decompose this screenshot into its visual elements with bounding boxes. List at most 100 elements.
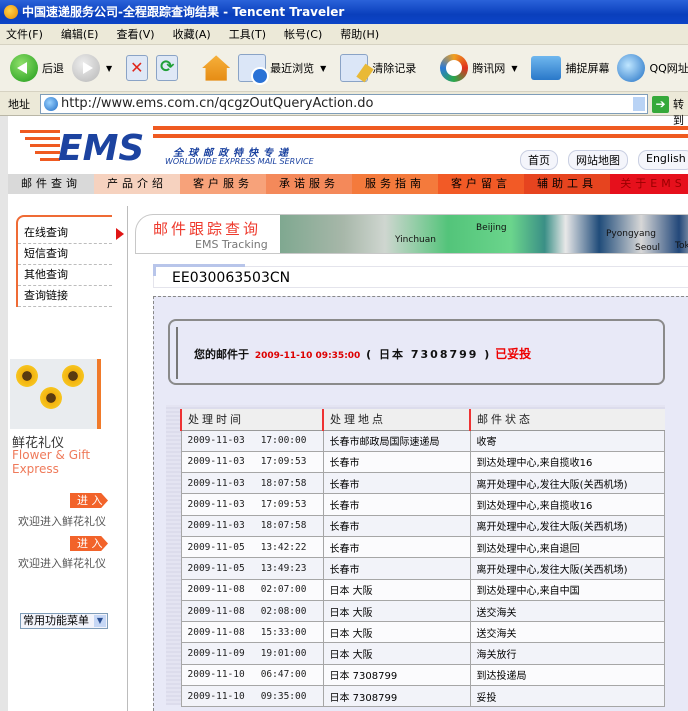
menu-view[interactable]: 查看(V) — [116, 26, 154, 42]
back-button[interactable]: 后退 — [10, 54, 64, 82]
chevron-down-icon[interactable]: ▼ — [320, 64, 326, 73]
home-link[interactable]: 首页 — [520, 150, 558, 170]
app-icon — [4, 5, 18, 19]
address-bar: 地址 http://www.ems.com.cn/qcgzOutQueryAct… — [0, 92, 688, 127]
cell-time-value: 02:08:00 — [260, 605, 307, 617]
cell-place: 长春市 — [322, 536, 471, 559]
enter-button[interactable]: 进 入 — [70, 493, 108, 508]
leftnav-sms-query[interactable]: 短信查询 — [18, 244, 112, 265]
nav-message[interactable]: 客户留言 — [438, 174, 524, 194]
cell-place: 长春市 — [322, 472, 471, 495]
menu-edit[interactable]: 编辑(E) — [61, 26, 99, 42]
go-arrow-icon[interactable]: ➔ — [652, 96, 669, 113]
cell-time: 2009-11-03 17:00:00 — [180, 430, 324, 452]
summary-location: ( 日本 7308799 ) — [366, 348, 492, 361]
chevron-down-icon[interactable]: ▼ — [94, 615, 106, 627]
clear-history-button[interactable]: 清除记录 — [340, 54, 416, 82]
cell-time: 2009-11-08 15:33:00 — [180, 621, 324, 644]
cell-place: 日本 7308799 — [322, 685, 471, 708]
capture-label: 捕捉屏幕 — [565, 62, 610, 75]
promo-welcome-text[interactable]: 欢迎进入鲜花礼仪 — [18, 513, 106, 529]
column-divider — [127, 206, 128, 711]
window-title: 中国速递服务公司-全程跟踪查询结果 - Tencent Traveler — [22, 5, 345, 19]
table-row: 2009-11-03 17:09:53 长春市 到达处理中心,来自揽收16 — [180, 451, 665, 474]
menu-file[interactable]: 文件(F) — [6, 26, 43, 42]
quick-menu-select[interactable]: 常用功能菜单 ▼ — [20, 613, 108, 629]
stop-button[interactable] — [126, 55, 149, 81]
promo-welcome-text[interactable]: 欢迎进入鲜花礼仪 — [18, 555, 106, 571]
refresh-button[interactable] — [156, 55, 179, 81]
url-dropdown-button[interactable] — [633, 97, 645, 111]
forward-button[interactable]: ▼ — [72, 54, 118, 82]
logo-tagline-en: WORLDWIDE EXPRESS MAIL SERVICE — [165, 157, 314, 166]
cell-place: 长春市邮政局国际速递局 — [322, 430, 471, 452]
chevron-down-icon[interactable]: ▼ — [106, 64, 112, 73]
leftnav-query-links[interactable]: 查询链接 — [18, 286, 112, 307]
cell-status: 送交海关 — [469, 621, 665, 644]
qq-nav-button[interactable]: QQ网址 — [617, 54, 688, 82]
table-row: 2009-11-09 19:01:00 日本 大阪 海关放行 — [180, 642, 665, 665]
leftnav-other-query[interactable]: 其他查询 — [18, 265, 112, 286]
stop-icon — [126, 55, 149, 81]
page-icon — [44, 97, 58, 111]
nav-mail-query[interactable]: 邮件查询 — [8, 174, 94, 194]
summary-status: 已妥投 — [495, 347, 532, 361]
cell-status: 妥投 — [469, 685, 665, 708]
cell-status: 海关放行 — [469, 642, 665, 665]
nav-guide[interactable]: 服务指南 — [352, 174, 438, 194]
left-nav: 在线查询 短信查询 其他查询 查询链接 — [16, 215, 124, 307]
nav-tools[interactable]: 辅助工具 — [524, 174, 610, 194]
chevron-down-icon[interactable]: ▼ — [511, 64, 517, 73]
menu-account[interactable]: 帐号(C) — [284, 26, 322, 42]
screen-capture-icon — [531, 56, 562, 80]
table-row: 2009-11-10 06:47:00 日本 7308799 到达投递局 — [180, 664, 665, 687]
capture-screen-button[interactable]: 捕捉屏幕 — [531, 56, 609, 80]
main-nav: 邮件查询 产品介绍 客户服务 承诺服务 服务指南 客户留言 辅助工具 关于EMS — [8, 174, 688, 194]
cell-place: 日本 大阪 — [322, 579, 471, 601]
cell-status: 收寄 — [469, 430, 665, 452]
menu-favorites[interactable]: 收藏(A) — [173, 26, 211, 42]
nav-products[interactable]: 产品介绍 — [94, 174, 180, 194]
cell-place: 长春市 — [322, 557, 471, 580]
cell-place: 长春市 — [322, 515, 471, 537]
nav-customer-service[interactable]: 客户服务 — [180, 174, 266, 194]
tencent-button[interactable]: 腾讯网 ▼ — [440, 54, 523, 82]
menu-bar: 文件(F) 编辑(E) 查看(V) 收藏(A) 工具(T) 帐号(C) 帮助(H… — [0, 24, 688, 45]
nav-commitment[interactable]: 承诺服务 — [266, 174, 352, 194]
cell-time: 2009-11-03 17:09:53 — [180, 493, 324, 516]
cell-time-value: 06:47:00 — [260, 669, 307, 681]
cell-time: 2009-11-10 06:47:00 — [180, 664, 324, 687]
nav-about[interactable]: 关于EMS — [610, 174, 688, 194]
active-arrow-icon — [116, 228, 124, 240]
banner-title-en: EMS Tracking — [195, 238, 268, 251]
url-input[interactable]: http://www.ems.com.cn/qcgzOutQueryAction… — [40, 94, 648, 114]
history-label: 最近浏览 — [270, 62, 315, 75]
table-row: 2009-11-03 17:09:53 长春市 到达处理中心,来自揽收16 — [180, 493, 665, 516]
home-button[interactable] — [202, 54, 231, 82]
sunflower-image[interactable] — [10, 359, 98, 429]
menu-help[interactable]: 帮助(H) — [340, 26, 379, 42]
window-titlebar: 中国速递服务公司-全程跟踪查询结果 - Tencent Traveler — [0, 0, 688, 24]
tracking-table-wrap: 处理时间 处理地点 邮件状态 2009-11-03 17:00:00 长春市邮政局国… — [166, 405, 665, 708]
table-row: 2009-11-08 02:08:00 日本 大阪 送交海关 — [180, 600, 665, 623]
leftnav-online-query[interactable]: 在线查询 — [18, 223, 124, 244]
menu-tools[interactable]: 工具(T) — [229, 26, 266, 42]
enter-button[interactable]: 进 入 — [70, 536, 108, 551]
cell-status: 到达处理中心,来自揽收16 — [469, 493, 665, 516]
cell-status: 到达处理中心,来自退回 — [469, 536, 665, 559]
table-row: 2009-11-05 13:42:22 长春市 到达处理中心,来自退回 — [180, 536, 665, 559]
cell-status: 离开处理中心,发往大阪(关西机场) — [469, 557, 665, 580]
qq-nav-label: QQ网址 — [649, 62, 688, 75]
cell-time: 2009-11-05 13:49:23 — [180, 557, 324, 580]
english-link[interactable]: English — [638, 150, 688, 170]
logo-text: EMS — [58, 128, 144, 168]
table-row: 2009-11-08 02:07:00 日本 大阪 到达处理中心,来自中国 — [180, 579, 665, 601]
tracking-table: 处理时间 处理地点 邮件状态 2009-11-03 17:00:00 长春市邮政局国… — [180, 409, 665, 708]
sitemap-link[interactable]: 网站地图 — [568, 150, 628, 170]
cell-place: 日本 7308799 — [322, 664, 471, 687]
history-button[interactable]: 最近浏览 ▼ — [238, 54, 332, 85]
leftnav-label: 在线查询 — [24, 226, 68, 239]
back-arrow-icon — [10, 54, 38, 82]
cell-time-value: 18:07:58 — [260, 477, 307, 489]
cell-time-value: 17:09:53 — [260, 499, 307, 511]
